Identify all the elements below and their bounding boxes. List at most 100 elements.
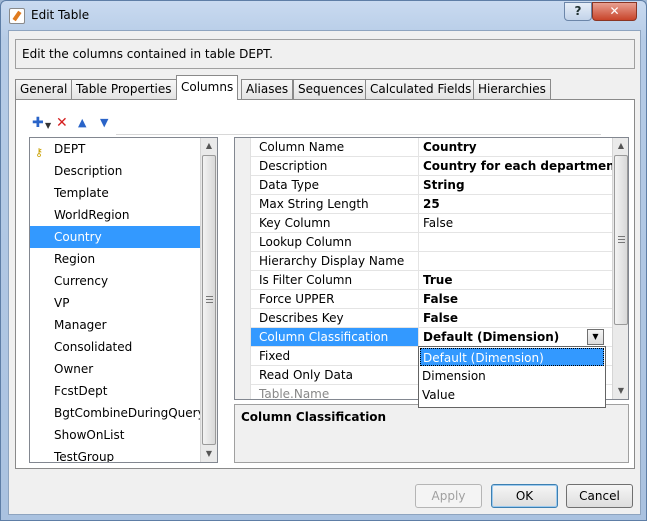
property-name: Table.Name (251, 385, 419, 399)
tab-table-properties[interactable]: Table Properties (71, 79, 177, 99)
property-name: Hierarchy Display Name (251, 252, 419, 270)
edit-table-icon (9, 8, 25, 24)
add-icon[interactable]: ✚ (32, 116, 44, 130)
scrollbar-thumb[interactable] (614, 155, 628, 325)
list-item-label: Country (54, 230, 102, 244)
property-name: Max String Length (251, 195, 419, 213)
property-name: Data Type (251, 176, 419, 194)
apply-button[interactable]: Apply (415, 484, 482, 508)
list-item[interactable]: Owner (30, 358, 202, 380)
ok-button[interactable]: OK (491, 484, 558, 508)
property-value[interactable]: False (420, 309, 615, 327)
property-row[interactable]: Column Name Country (251, 138, 615, 157)
list-item[interactable]: Description (30, 160, 202, 182)
scrollbar-thumb[interactable] (202, 155, 216, 445)
property-row[interactable]: Describes Key False (251, 309, 615, 328)
property-help-panel: Column Classification (234, 404, 629, 463)
property-row[interactable]: Is Filter Column True (251, 271, 615, 290)
dropdown-option[interactable]: Default (Dimension) (420, 348, 604, 366)
column-classification-dropdown[interactable]: Default (Dimension) Dimension Value (418, 346, 606, 408)
list-item-label: Region (54, 252, 96, 266)
description-box: Edit the columns contained in table DEPT… (15, 39, 635, 69)
property-row[interactable]: Max String Length 25 (251, 195, 615, 214)
property-row-selected[interactable]: Column Classification Default (Dimension… (251, 328, 615, 347)
list-item[interactable]: TestGroup (30, 446, 202, 463)
edit-table-window: Edit Table ? ✕ Edit the columns containe… (0, 0, 647, 521)
scroll-up-icon[interactable]: ▲ (201, 138, 217, 154)
description-text: Edit the columns contained in table DEPT… (22, 47, 273, 61)
list-item[interactable]: Consolidated (30, 336, 202, 358)
title-bar: Edit Table ? ✕ (1, 1, 646, 31)
dialog-client: Edit the columns contained in table DEPT… (8, 30, 641, 515)
property-name: Fixed (251, 347, 419, 365)
help-button[interactable]: ? (564, 2, 592, 21)
dropdown-option[interactable]: Dimension (420, 367, 604, 385)
property-value[interactable] (420, 233, 615, 251)
list-item-label: Manager (54, 318, 107, 332)
toolbar-divider (116, 134, 601, 135)
list-item[interactable]: Region (30, 248, 202, 270)
list-item-label: Currency (54, 274, 109, 288)
property-grid-scrollbar[interactable]: ▲ ▼ (612, 138, 628, 399)
property-row[interactable]: Hierarchy Display Name (251, 252, 615, 271)
property-name: Description (251, 157, 419, 175)
property-value[interactable]: String (420, 176, 615, 194)
chevron-down-icon[interactable]: ▼ (45, 119, 51, 133)
list-item-label: TestGroup (54, 450, 115, 463)
list-item-label: DEPT (54, 142, 86, 156)
property-help-title: Column Classification (241, 410, 387, 424)
list-item-label: Owner (54, 362, 94, 376)
list-item[interactable]: WorldRegion (30, 204, 202, 226)
window-title: Edit Table (31, 8, 90, 22)
columns-tab-panel: ✚ ▼ ✕ ▲ ▼ ⚷ DEPT Description Template Wo… (15, 99, 635, 469)
list-item[interactable]: Manager (30, 314, 202, 336)
scroll-down-icon[interactable]: ▼ (613, 383, 628, 399)
property-value[interactable] (420, 252, 615, 270)
tab-general[interactable]: General (15, 79, 73, 99)
list-item[interactable]: VP (30, 292, 202, 314)
property-row[interactable]: Description Country for each departmen (251, 157, 615, 176)
cancel-button[interactable]: Cancel (566, 484, 633, 508)
property-value[interactable]: False (420, 214, 615, 232)
list-item-label: FcstDept (54, 384, 108, 398)
property-value[interactable]: Default (Dimension) (420, 328, 615, 346)
grip-icon (618, 236, 625, 243)
property-grid-gutter (235, 138, 251, 399)
property-name: Lookup Column (251, 233, 419, 251)
property-value[interactable]: 25 (420, 195, 615, 213)
property-value[interactable]: Country for each departmen (420, 157, 615, 175)
delete-icon[interactable]: ✕ (56, 116, 68, 130)
list-item-selected[interactable]: Country (30, 226, 202, 248)
grip-icon (206, 296, 213, 303)
list-item[interactable]: BgtCombineDuringQuery (30, 402, 205, 424)
list-item[interactable]: ⚷ DEPT (30, 138, 202, 160)
close-button[interactable]: ✕ (592, 2, 637, 21)
property-row[interactable]: Key Column False (251, 214, 615, 233)
property-name: Read Only Data (251, 366, 419, 384)
tab-aliases[interactable]: Aliases (241, 79, 294, 99)
arrow-up-icon[interactable]: ▲ (78, 116, 86, 130)
property-value[interactable]: True (420, 271, 615, 289)
property-name: Describes Key (251, 309, 419, 327)
list-item[interactable]: ShowOnList (30, 424, 202, 446)
chevron-down-icon[interactable]: ▼ (587, 329, 604, 345)
list-item-label: VP (54, 296, 70, 310)
arrow-down-icon[interactable]: ▼ (100, 116, 108, 130)
tab-hierarchies[interactable]: Hierarchies (473, 79, 551, 99)
tab-columns[interactable]: Columns (176, 75, 239, 100)
list-item[interactable]: Template (30, 182, 202, 204)
columns-list-scrollbar[interactable]: ▲ ▼ (200, 138, 217, 462)
property-row[interactable]: Data Type String (251, 176, 615, 195)
tab-sequences[interactable]: Sequences (293, 79, 369, 99)
columns-list[interactable]: ⚷ DEPT Description Template WorldRegion … (29, 137, 218, 463)
dropdown-option[interactable]: Value (420, 386, 604, 404)
list-item[interactable]: FcstDept (30, 380, 202, 402)
property-value[interactable]: Country (420, 138, 615, 156)
property-value[interactable]: False (420, 290, 615, 308)
scroll-up-icon[interactable]: ▲ (613, 138, 628, 154)
property-row[interactable]: Force UPPER False (251, 290, 615, 309)
scroll-down-icon[interactable]: ▼ (201, 446, 217, 462)
property-row[interactable]: Lookup Column (251, 233, 615, 252)
list-item[interactable]: Currency (30, 270, 202, 292)
tab-calculated-fields[interactable]: Calculated Fields (365, 79, 477, 99)
